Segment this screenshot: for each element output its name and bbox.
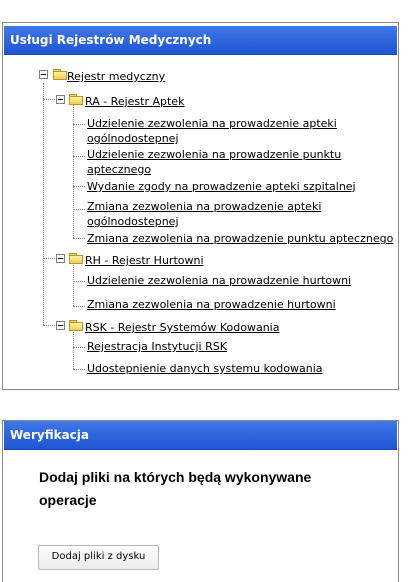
verification-panel: Weryfikacja Dodaj pliki na których będą … — [2, 420, 399, 582]
tree-connector — [73, 329, 74, 369]
tree-connector — [73, 306, 85, 307]
tree-connector — [73, 263, 74, 306]
folder-icon — [69, 253, 83, 264]
folder-icon — [53, 69, 67, 80]
tree-collapse-icon[interactable] — [56, 321, 65, 330]
tree-leaf-ra-2b[interactable]: aptecznego — [87, 162, 151, 177]
tree-leaf-ra-4b[interactable]: ogólnodostepnej — [87, 214, 179, 229]
tree-connector — [73, 124, 85, 125]
tree-leaf-rh-1[interactable]: Udzielenie zezwolenia na prowadzenie hur… — [87, 273, 351, 288]
tree-leaf-ra-2a[interactable]: Udzielenie zezwolenia na prowadzenie pun… — [87, 147, 341, 162]
tree-connector — [43, 83, 44, 325]
tree-connector — [73, 281, 85, 282]
tree-leaf-ra-1a[interactable]: Udzielenie zezwolenia na prowadzenie apt… — [87, 116, 337, 131]
tree-connector — [73, 102, 74, 238]
tree-node-rsk[interactable]: RSK - Rejestr Systemów Kodowania — [85, 320, 279, 335]
tree-node-rh[interactable]: RH - Rejestr Hurtowni — [85, 253, 204, 268]
tree-connector — [73, 209, 85, 210]
tree-connector — [73, 238, 85, 239]
folder-icon — [69, 94, 83, 105]
tree-leaf-ra-4a[interactable]: Zmiana zezwolenia na prowadzenie apteki — [87, 199, 321, 214]
tree-connector — [43, 325, 57, 326]
tree-connector — [73, 369, 85, 370]
registry-tree: Rejestr medyczny RA - Rejestr Aptek Udzi… — [3, 23, 398, 389]
tree-leaf-ra-3[interactable]: Wydanie zgody na prowadzenie apteki szpi… — [87, 179, 356, 194]
tree-node-rejestr-medyczny[interactable]: Rejestr medyczny — [67, 69, 165, 84]
tree-connector — [73, 156, 85, 157]
tree-node-ra[interactable]: RA - Rejestr Aptek — [85, 94, 184, 109]
tree-collapse-icon[interactable] — [56, 254, 65, 263]
folder-icon — [69, 320, 83, 331]
tree-connector — [73, 186, 85, 187]
tree-leaf-ra-5[interactable]: Zmiana zezwolenia na prowadzenie punktu … — [87, 231, 393, 246]
tree-collapse-icon[interactable] — [39, 70, 48, 79]
tree-leaf-rsk-2[interactable]: Udostepnienie danych systemu kodowania — [87, 361, 323, 376]
tree-leaf-rsk-1[interactable]: Rejestracja Instytucji RSK — [87, 339, 227, 354]
tree-leaf-ra-1b[interactable]: ogólnodostepnej — [87, 131, 179, 146]
verification-instruction: Dodaj pliki na których będą wykonywane o… — [39, 469, 312, 508]
tree-collapse-icon[interactable] — [56, 95, 65, 104]
tree-connector — [43, 258, 57, 259]
registries-panel: Usługi Rejestrów Medycznych Rejestr medy… — [2, 22, 399, 390]
add-files-button[interactable]: Dodaj pliki z dysku — [38, 545, 159, 570]
tree-connector — [73, 347, 85, 348]
tree-connector — [43, 99, 57, 100]
tree-leaf-rh-2[interactable]: Zmiana zezwolenia na prowadzenie hurtown… — [87, 297, 336, 312]
verification-panel-title: Weryfikacja — [4, 421, 397, 450]
